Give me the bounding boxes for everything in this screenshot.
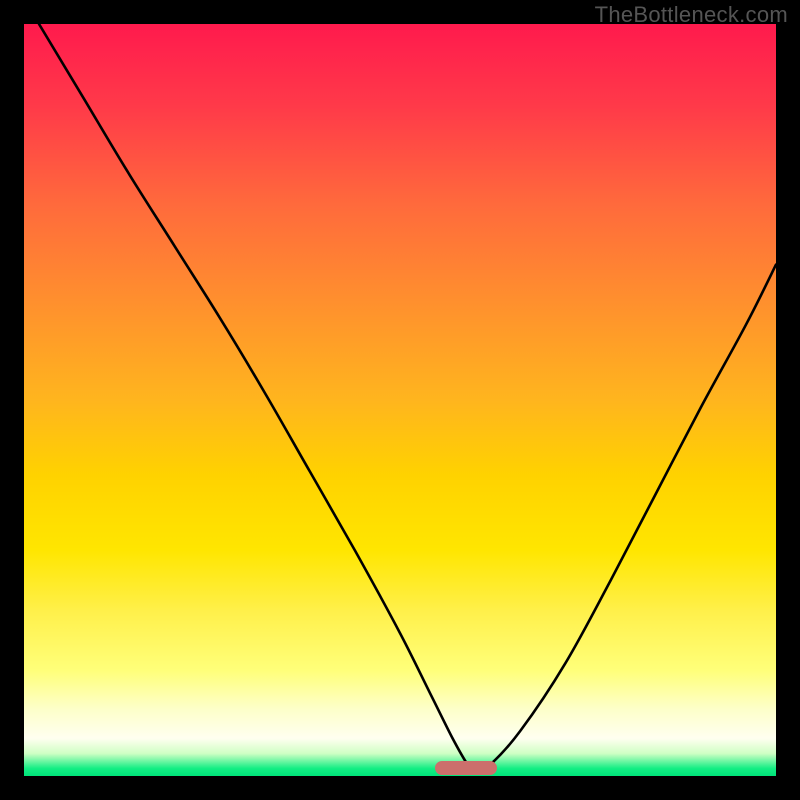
watermark-text: TheBottleneck.com	[595, 2, 788, 28]
bottleneck-curve	[24, 24, 776, 776]
optimal-range-marker	[435, 761, 497, 775]
chart-frame: TheBottleneck.com	[0, 0, 800, 800]
curve-path	[39, 24, 776, 772]
